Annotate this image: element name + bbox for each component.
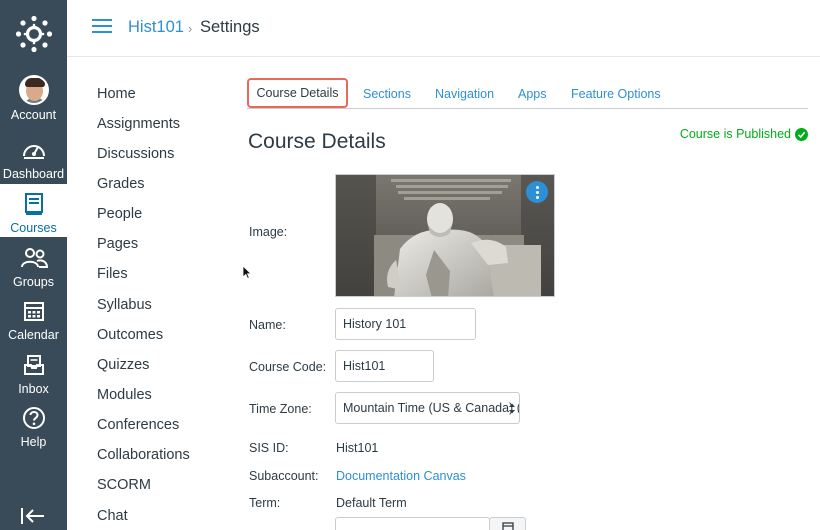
gnav-groups[interactable]: Groups bbox=[0, 238, 67, 292]
collapse-arrow-icon bbox=[21, 508, 44, 524]
date-picker-button[interactable] bbox=[489, 517, 526, 530]
tab-navigation[interactable]: Navigation bbox=[435, 78, 494, 109]
course-nav-outcomes[interactable]: Outcomes bbox=[97, 327, 163, 343]
course-nav-collaborations[interactable]: Collaborations bbox=[97, 447, 190, 463]
start-date-input[interactable] bbox=[335, 517, 490, 530]
canvas-logo[interactable] bbox=[0, 0, 67, 68]
sis-id-label: SIS ID: bbox=[249, 441, 289, 455]
course-nav-modules[interactable]: Modules bbox=[97, 387, 152, 403]
gnav-courses[interactable]: Courses bbox=[0, 184, 67, 237]
courses-icon bbox=[20, 190, 48, 218]
breadcrumb-separator: › bbox=[188, 21, 193, 36]
course-nav-scorm[interactable]: SCORM bbox=[97, 477, 151, 493]
settings-tabs: Course Details Sections Navigation Apps … bbox=[247, 78, 808, 109]
gnav-dashboard[interactable]: Dashboard bbox=[0, 130, 67, 184]
gnav-calendar[interactable]: Calendar bbox=[0, 291, 67, 345]
gnav-account[interactable]: Account bbox=[0, 70, 67, 124]
calendar-icon bbox=[20, 297, 48, 325]
calendar-small-icon bbox=[501, 522, 514, 530]
page-header: Hist101 › Settings bbox=[67, 0, 820, 57]
gnav-help-label: Help bbox=[20, 435, 47, 449]
gnav-inbox[interactable]: Inbox bbox=[0, 345, 67, 399]
course-nav-assignments[interactable]: Assignments bbox=[97, 116, 180, 132]
image-options-button[interactable] bbox=[526, 181, 548, 203]
tab-feature-options[interactable]: Feature Options bbox=[571, 78, 661, 109]
time-zone-select[interactable]: Mountain Time (US & Canada) (- bbox=[335, 392, 520, 424]
published-status-text: Course is Published bbox=[679, 127, 791, 141]
mouse-cursor-icon bbox=[242, 265, 252, 280]
groups-icon bbox=[20, 244, 48, 272]
term-value: Default Term bbox=[336, 496, 407, 510]
tab-apps[interactable]: Apps bbox=[518, 78, 547, 109]
course-code-label: Course Code: bbox=[249, 360, 327, 374]
course-nav-conferences[interactable]: Conferences bbox=[97, 417, 179, 433]
avatar bbox=[18, 75, 49, 105]
course-nav-pages[interactable]: Pages bbox=[97, 236, 138, 252]
hamburger-menu-button[interactable] bbox=[92, 19, 112, 37]
term-label: Term: bbox=[249, 496, 281, 510]
course-nav-syllabus[interactable]: Syllabus bbox=[97, 297, 152, 313]
page-title: Course Details bbox=[248, 130, 386, 153]
gnav-courses-label: Courses bbox=[10, 221, 57, 235]
dashboard-icon bbox=[20, 136, 48, 164]
gnav-groups-label: Groups bbox=[13, 275, 54, 289]
check-circle-icon bbox=[795, 127, 808, 141]
course-nav-chat[interactable]: Chat bbox=[97, 508, 128, 524]
sis-id-value: Hist101 bbox=[336, 441, 379, 455]
global-nav: Account Dashboard Courses Groups Calenda… bbox=[0, 0, 67, 530]
tab-sections[interactable]: Sections bbox=[363, 78, 411, 109]
lincoln-memorial-image bbox=[336, 175, 554, 296]
course-nav-files[interactable]: Files bbox=[97, 266, 128, 282]
time-zone-label: Time Zone: bbox=[249, 402, 312, 416]
gnav-dashboard-label: Dashboard bbox=[2, 167, 65, 181]
tab-course-details[interactable]: Course Details bbox=[247, 78, 348, 108]
name-input[interactable]: History 101 bbox=[335, 308, 476, 340]
image-label: Image: bbox=[249, 225, 288, 239]
course-nav-home[interactable]: Home bbox=[97, 86, 136, 102]
collapse-nav-button[interactable] bbox=[20, 506, 46, 526]
course-code-input[interactable]: Hist101 bbox=[335, 350, 434, 382]
course-nav-people[interactable]: People bbox=[97, 206, 142, 222]
name-label: Name: bbox=[249, 318, 286, 332]
published-status: Course is Published bbox=[680, 127, 808, 141]
subaccount-link[interactable]: Documentation Canvas bbox=[336, 469, 466, 483]
course-nav-discussions[interactable]: Discussions bbox=[97, 146, 174, 162]
gnav-help[interactable]: Help bbox=[0, 398, 67, 452]
breadcrumb-current: Settings bbox=[200, 18, 260, 36]
subaccount-label: Subaccount: bbox=[249, 469, 319, 483]
canvas-logo-icon bbox=[15, 15, 52, 53]
course-image[interactable] bbox=[335, 174, 555, 297]
select-arrows-icon bbox=[509, 403, 515, 414]
time-zone-value: Mountain Time (US & Canada) (- bbox=[343, 401, 520, 415]
gnav-account-label: Account bbox=[10, 108, 57, 122]
course-nav-quizzes[interactable]: Quizzes bbox=[97, 357, 149, 373]
gnav-inbox-label: Inbox bbox=[18, 382, 49, 396]
help-icon bbox=[20, 404, 48, 432]
gnav-calendar-label: Calendar bbox=[8, 328, 59, 342]
course-nav-grades[interactable]: Grades bbox=[97, 176, 145, 192]
inbox-icon bbox=[20, 351, 48, 379]
breadcrumb-course[interactable]: Hist101 bbox=[128, 18, 184, 37]
